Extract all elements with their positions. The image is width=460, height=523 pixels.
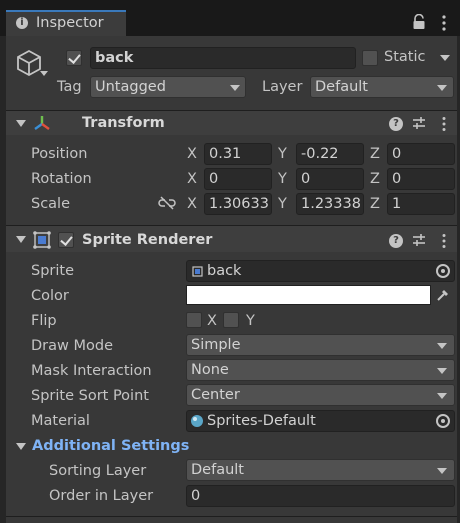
flip-label: Flip <box>31 313 57 329</box>
rotation-label: Rotation <box>31 171 92 187</box>
sort-point-value: Center <box>191 387 240 403</box>
color-label: Color <box>31 288 69 304</box>
mask-interaction-label: Mask Interaction <box>31 363 152 379</box>
order-in-layer-field[interactable]: 0 <box>186 485 455 507</box>
tag-label: Tag <box>57 79 82 95</box>
sorting-layer-value: Default <box>191 462 244 478</box>
help-icon[interactable]: ? <box>389 117 403 131</box>
sprite-asset-icon <box>192 266 203 277</box>
sprite-renderer-enabled-checkbox[interactable] <box>58 232 74 248</box>
sort-point-dropdown[interactable]: Center <box>186 384 455 406</box>
mask-interaction-value: None <box>191 362 229 378</box>
foldout-arrow-icon[interactable] <box>16 443 26 450</box>
material-sphere-icon <box>191 415 203 427</box>
component-menu-icon[interactable] <box>440 233 448 249</box>
position-y-field[interactable]: -0.22 <box>296 143 364 165</box>
eyedropper-icon[interactable] <box>435 287 451 303</box>
lock-icon[interactable] <box>412 14 426 30</box>
mask-interaction-dropdown[interactable]: None <box>186 359 455 381</box>
sorting-layer-label: Sorting Layer <box>49 463 147 479</box>
chevron-down-icon <box>437 468 447 474</box>
foldout-arrow-icon[interactable] <box>16 120 26 127</box>
chevron-down-icon <box>437 343 447 349</box>
axis-z-label[interactable]: Z <box>370 171 380 187</box>
color-swatch[interactable] <box>186 285 431 305</box>
layer-value: Default <box>315 79 368 95</box>
sprite-renderer-title: Sprite Renderer <box>82 232 213 248</box>
draw-mode-label: Draw Mode <box>31 338 113 354</box>
sorting-layer-dropdown[interactable]: Default <box>186 459 455 481</box>
object-picker-icon[interactable] <box>436 264 450 278</box>
axis-y-label[interactable]: Y <box>278 146 287 162</box>
object-picker-icon[interactable] <box>436 414 450 428</box>
tag-dropdown[interactable]: Untagged <box>90 76 246 98</box>
material-field[interactable]: Sprites-Default <box>186 410 455 432</box>
info-icon: i <box>16 17 28 29</box>
axis-y-label[interactable]: Y <box>278 171 287 187</box>
tag-value: Untagged <box>95 79 166 95</box>
axis-x-label[interactable]: X <box>187 196 197 212</box>
preset-sliders-icon[interactable] <box>412 116 426 130</box>
rotation-z-field[interactable]: 0 <box>387 168 455 190</box>
static-checkbox[interactable] <box>362 50 378 66</box>
help-icon[interactable]: ? <box>389 234 403 248</box>
scale-z-field[interactable]: 1 <box>387 193 455 215</box>
draw-mode-value: Simple <box>191 337 241 353</box>
draw-mode-dropdown[interactable]: Simple <box>186 334 455 356</box>
layer-label: Layer <box>262 79 303 95</box>
axis-x-label[interactable]: X <box>187 171 197 187</box>
axis-x-label[interactable]: X <box>187 146 197 162</box>
scale-label: Scale <box>31 196 71 212</box>
chevron-down-icon <box>437 85 447 91</box>
tab-title: Inspector <box>36 15 104 31</box>
foldout-arrow-icon[interactable] <box>16 236 26 243</box>
rotation-y-field[interactable]: 0 <box>296 168 364 190</box>
transform-axes-icon <box>34 116 50 130</box>
more-options-icon[interactable] <box>440 14 448 32</box>
preset-sliders-icon[interactable] <box>412 233 426 247</box>
chevron-down-icon <box>437 368 447 374</box>
position-x-field[interactable]: 0.31 <box>204 143 272 165</box>
scale-y-field[interactable]: 1.23338 <box>296 193 364 215</box>
scale-x-field[interactable]: 1.30633 <box>204 193 272 215</box>
axis-z-label[interactable]: Z <box>370 146 380 162</box>
position-label: Position <box>31 146 88 162</box>
order-in-layer-label: Order in Layer <box>49 488 154 504</box>
chevron-down-icon <box>230 85 240 91</box>
active-checkbox[interactable] <box>66 50 82 66</box>
flip-y-label: Y <box>246 313 255 329</box>
sprite-label: Sprite <box>31 263 75 279</box>
material-label: Material <box>31 413 90 429</box>
transform-title: Transform <box>82 115 165 131</box>
component-menu-icon[interactable] <box>440 116 448 132</box>
object-name-field[interactable]: back <box>90 47 356 69</box>
flip-y-checkbox[interactable] <box>223 312 239 328</box>
sort-point-label: Sprite Sort Point <box>31 388 149 404</box>
layer-dropdown[interactable]: Default <box>310 76 454 98</box>
sprite-field[interactable]: back <box>186 260 455 282</box>
flip-x-checkbox[interactable] <box>186 312 202 328</box>
sprite-renderer-icon <box>33 231 51 249</box>
additional-settings-foldout[interactable]: Additional Settings <box>32 438 189 454</box>
divider <box>6 516 457 517</box>
static-dropdown-arrow[interactable] <box>440 55 450 61</box>
constrain-proportions-icon[interactable] <box>158 196 176 210</box>
axis-z-label[interactable]: Z <box>370 196 380 212</box>
flip-x-label: X <box>207 313 217 329</box>
rotation-x-field[interactable]: 0 <box>204 168 272 190</box>
position-z-field[interactable]: 0 <box>387 143 455 165</box>
axis-y-label[interactable]: Y <box>278 196 287 212</box>
icon-dropdown-arrow[interactable] <box>40 71 48 76</box>
static-label: Static <box>384 49 426 65</box>
chevron-down-icon <box>437 393 447 399</box>
